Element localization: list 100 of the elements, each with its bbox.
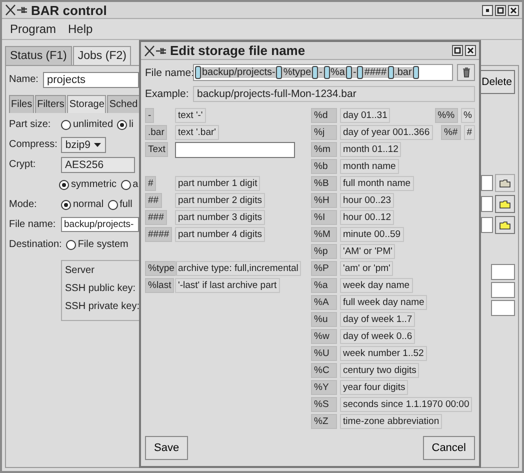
dialog-title: Edit storage file name: [170, 43, 306, 58]
variable-button[interactable]: %w: [311, 329, 337, 344]
variable-button[interactable]: Text: [145, 142, 168, 157]
text-input[interactable]: [175, 142, 295, 158]
file-name-part[interactable]: .bar: [394, 67, 413, 78]
menu-item[interactable]: Program: [10, 22, 56, 36]
file-name-part[interactable]: -: [352, 67, 358, 78]
variable-button[interactable]: ##: [145, 193, 162, 208]
variable-button[interactable]: %I: [311, 210, 337, 225]
tab[interactable]: Storage: [67, 95, 106, 113]
drop-marker: [276, 66, 282, 79]
file-name-part[interactable]: %type: [282, 67, 312, 78]
x-logo-icon: [5, 4, 29, 16]
variable-button[interactable]: %B: [311, 176, 337, 191]
variable-button[interactable]: %A: [311, 295, 337, 310]
tab[interactable]: Filters: [35, 95, 66, 113]
file-name-field[interactable]: backup/projects-: [61, 217, 139, 232]
variable-button[interactable]: %d: [311, 108, 337, 123]
variable-button[interactable]: .bar: [145, 125, 168, 140]
variable-description: hour 00..23: [340, 193, 394, 208]
close-icon[interactable]: [508, 4, 519, 16]
variable-description: part number 2 digits: [175, 193, 265, 208]
menu-item[interactable]: Help: [68, 22, 93, 36]
input-field[interactable]: [491, 264, 515, 280]
variable-button[interactable]: %j: [311, 125, 337, 140]
variable-button[interactable]: %last: [145, 278, 174, 293]
tab[interactable]: Sched: [107, 95, 140, 113]
compress-dropdown[interactable]: bzip9: [61, 136, 106, 152]
folder-icon: [499, 220, 511, 230]
radio-button[interactable]: File system: [66, 239, 128, 250]
input-field[interactable]: [481, 217, 493, 233]
variable-button[interactable]: %a: [311, 278, 337, 293]
input-field[interactable]: [491, 300, 515, 316]
file-name-part[interactable]: -: [318, 67, 324, 78]
dialog-button[interactable]: Save: [145, 436, 188, 460]
file-name-part[interactable]: backup/projects-: [201, 67, 276, 78]
window-title: BAR control: [31, 2, 107, 18]
dialog-button[interactable]: Cancel: [422, 436, 475, 460]
minimize-icon[interactable]: [482, 4, 493, 16]
input-field[interactable]: [481, 175, 493, 191]
field-label: Server: [65, 265, 96, 276]
variable-button[interactable]: %U: [311, 346, 337, 361]
tab[interactable]: Files: [9, 95, 34, 113]
tab[interactable]: Jobs (F2): [72, 46, 132, 65]
variable-button[interactable]: %H: [311, 193, 337, 208]
variable-button[interactable]: %Y: [311, 380, 337, 395]
maximize-icon[interactable]: [495, 4, 506, 16]
variable-description: %: [460, 108, 475, 123]
close-icon[interactable]: [465, 45, 476, 56]
input-field[interactable]: [491, 282, 515, 298]
variable-button[interactable]: %u: [311, 312, 337, 327]
variable-description: '-last' if last archive part: [175, 278, 280, 293]
folder-button[interactable]: [495, 195, 515, 213]
variable-description: day of year 001..366: [340, 125, 433, 140]
variable-description: month 01..12: [340, 142, 402, 157]
variable-button[interactable]: %type: [145, 261, 178, 276]
variable-button[interactable]: %b: [311, 159, 337, 174]
variable-description: part number 4 digits: [175, 227, 265, 242]
variable-button[interactable]: %P: [311, 261, 337, 276]
folder-button[interactable]: [495, 216, 515, 234]
variable-button[interactable]: %M: [311, 227, 337, 242]
variable-description: time-zone abbreviation: [340, 414, 442, 429]
delete-part-button[interactable]: [457, 64, 475, 81]
maximize-icon[interactable]: [452, 45, 463, 56]
variable-description: #: [464, 125, 475, 140]
variable-button[interactable]: %p: [311, 244, 337, 259]
name-field[interactable]: projects: [43, 72, 139, 88]
field-label: Name:: [9, 73, 39, 86]
variable-description: text '-': [175, 108, 206, 123]
variable-button[interactable]: -: [145, 108, 154, 123]
crypt-dropdown[interactable]: AES256: [61, 156, 135, 172]
input-field[interactable]: [481, 196, 493, 212]
field-label: SSH public key:: [65, 283, 137, 294]
variable-button[interactable]: %C: [311, 363, 337, 378]
file-name-field[interactable]: backup/projects- %type - %a - #### .bar: [193, 64, 453, 81]
radio-button[interactable]: symmetric: [59, 179, 117, 190]
delete-button[interactable]: Delete: [478, 70, 515, 94]
variable-description: month name: [340, 159, 399, 174]
variable-description: day of week 0..6: [340, 329, 416, 344]
variable-description: week day name: [340, 278, 413, 293]
file-name-part[interactable]: ####: [363, 67, 388, 78]
caret-icon: [93, 142, 102, 148]
tab[interactable]: Status (F1): [5, 46, 72, 65]
variable-description: year four digits: [340, 380, 408, 395]
variable-description: full week day name: [340, 295, 428, 310]
radio-button[interactable]: normal: [61, 199, 104, 210]
variable-description: day of week 1..7: [340, 312, 416, 327]
radio-button[interactable]: unlimited: [61, 119, 114, 130]
variable-button[interactable]: %S: [311, 397, 337, 412]
variable-button[interactable]: ###: [145, 210, 167, 225]
radio-button[interactable]: full: [108, 199, 132, 210]
variable-button[interactable]: %m: [311, 142, 337, 157]
variable-description: archive type: full,incremental: [175, 261, 302, 276]
variable-button[interactable]: %%: [434, 108, 458, 123]
variable-button[interactable]: %#: [440, 125, 461, 140]
variable-button[interactable]: %Z: [311, 414, 337, 429]
variable-description: part number 1 digit: [175, 176, 260, 191]
variable-button[interactable]: ####: [145, 227, 172, 242]
variable-button[interactable]: #: [145, 176, 156, 191]
file-name-part[interactable]: %a: [330, 67, 346, 78]
